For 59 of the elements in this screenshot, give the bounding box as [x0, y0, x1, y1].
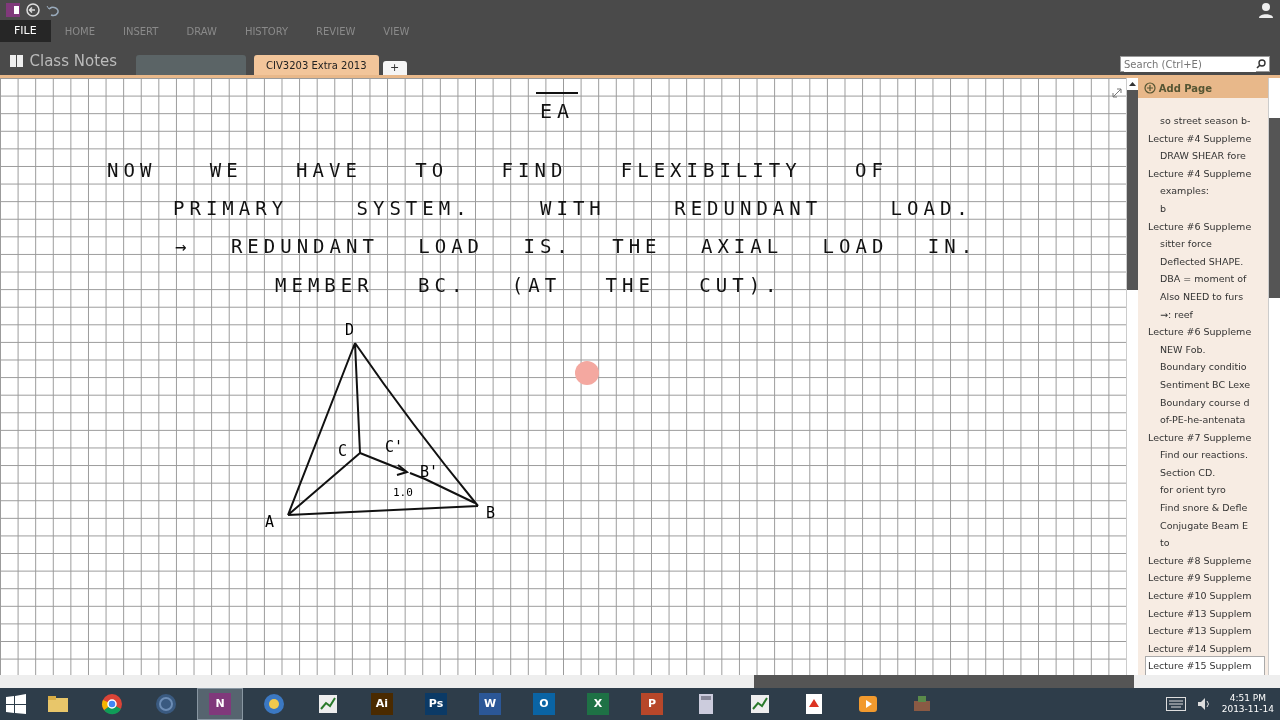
- taskbar-app-button[interactable]: X: [576, 689, 620, 719]
- subpage-item[interactable]: examples:: [1146, 182, 1264, 200]
- taskbar-app-button[interactable]: N: [198, 689, 242, 719]
- page-item[interactable]: Lecture #8 Suppleme: [1146, 551, 1264, 570]
- subpage-item[interactable]: Sentiment BC Lexe: [1146, 375, 1264, 394]
- subpage-item[interactable]: Deflected SHAPE.: [1146, 252, 1264, 271]
- handwritten-formula: EA: [536, 92, 579, 126]
- diagram-label: C': [385, 438, 404, 456]
- handwritten-line: PRIMARY SYSTEM. WITH REDUNDANT LOAD.: [173, 196, 973, 221]
- subpage-item[interactable]: Also NEED to furs: [1146, 287, 1264, 306]
- subpage-item[interactable]: DBA = moment of: [1146, 270, 1264, 288]
- subpage-item[interactable]: DRAW SHEAR fore: [1146, 147, 1264, 165]
- page-item[interactable]: Lecture #10 Supplem: [1146, 587, 1264, 605]
- clock-time: 4:51 PM: [1229, 693, 1266, 704]
- taskbar-app-button[interactable]: Ps: [414, 689, 458, 719]
- diagram-label: D: [345, 321, 355, 339]
- subpage-item[interactable]: Boundary conditio: [1146, 358, 1264, 376]
- subpage-item[interactable]: Section CD.: [1146, 463, 1264, 482]
- page-item[interactable]: Lecture #6 Suppleme: [1146, 217, 1264, 236]
- taskbar-app-button[interactable]: O: [522, 689, 566, 719]
- subpage-item[interactable]: Find our reactions.: [1146, 446, 1264, 464]
- subpage-item[interactable]: for orient tyro: [1146, 481, 1264, 500]
- section-tab[interactable]: CIV3203 Extra 2013: [254, 55, 379, 75]
- taskbar-app-button[interactable]: P: [630, 689, 674, 719]
- subpage-item[interactable]: →: reef: [1146, 305, 1264, 324]
- page-item[interactable]: Lecture #4 Suppleme: [1146, 164, 1264, 183]
- page-item[interactable]: Lecture #7 Suppleme: [1146, 428, 1264, 447]
- subpage-item[interactable]: of-PE-he-antenata: [1146, 411, 1264, 429]
- diagram-label: A: [265, 513, 275, 531]
- page-item[interactable]: Lecture #15 Supplem: [1146, 657, 1264, 675]
- taskbar-app-button[interactable]: Ai: [360, 689, 404, 719]
- subpage-item[interactable]: Boundary course d: [1146, 393, 1264, 412]
- page-item[interactable]: Lecture #14 Supplem: [1146, 639, 1264, 658]
- handwritten-line: → REDUNDANT LOAD IS. THE AXIAL LOAD IN.: [175, 234, 978, 259]
- diagram-label: B': [420, 463, 439, 481]
- handwritten-line: MEMBER BC. (AT THE CUT).: [275, 273, 782, 298]
- diagram-label: 1.0: [393, 486, 413, 499]
- subpage-item[interactable]: to: [1146, 534, 1264, 552]
- page-item[interactable]: Lecture #13 Supplem: [1146, 622, 1264, 640]
- taskbar-app-button[interactable]: W: [468, 689, 512, 719]
- subpage-item[interactable]: Conjugate Beam E: [1146, 516, 1264, 535]
- add-page-button[interactable]: Add Page: [1138, 78, 1268, 98]
- diagram-label: C: [338, 442, 348, 460]
- diagram-label: B: [486, 504, 496, 522]
- clock-date: 2013-11-14: [1221, 704, 1274, 715]
- page-item[interactable]: Lecture #9 Suppleme: [1146, 569, 1264, 588]
- subpage-item[interactable]: NEW Fob.: [1146, 340, 1264, 359]
- notebook-name[interactable]: Class Notes: [29, 49, 118, 73]
- subpage-item[interactable]: b: [1146, 199, 1264, 218]
- page-item[interactable]: Lecture #4 Suppleme: [1146, 129, 1264, 148]
- add-section-tab[interactable]: +: [382, 61, 407, 75]
- file-tab[interactable]: FILE: [0, 19, 51, 43]
- search-field[interactable]: Search (Ctrl+E): [1120, 56, 1270, 73]
- page-item[interactable]: Lecture #13 Supplem: [1146, 604, 1264, 623]
- subpage-item[interactable]: Find snore & Defle: [1146, 499, 1264, 517]
- subpage-item[interactable]: sitter force: [1146, 235, 1264, 253]
- subpage-item[interactable]: so street season b-: [1146, 112, 1264, 130]
- handwritten-line: NOW WE HAVE TO FIND FLEXIBILITY OF: [107, 158, 888, 183]
- page-item[interactable]: Lecture #6 Suppleme: [1146, 323, 1264, 341]
